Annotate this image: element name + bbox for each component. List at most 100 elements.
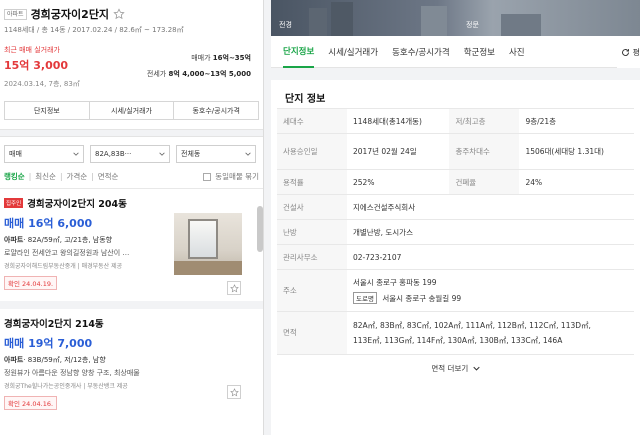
area-unit-label: 평	[632, 47, 640, 57]
info-key: 건폐율	[449, 169, 520, 195]
info-row: 사용승인일 2017년 02월 24일 총주차대수 1506대(세대당 1.31…	[277, 133, 634, 170]
right-tab-bar: 단지정보 시세/실거래가 동호수/공시가격 학군정보 사진 평	[271, 36, 640, 68]
listing-spec-detail: · 83B/59㎡, 저/12층, 남향	[23, 356, 106, 364]
info-key: 총주차대수	[449, 133, 520, 170]
area-list-line: 113E㎡, 113G㎡, 114F㎡, 130A㎡, 130B㎡, 133C㎡…	[353, 335, 563, 345]
info-value: 252%	[347, 169, 450, 195]
listing-desc: 정원뷰가 아름다운 정남향 양창 구조, 최상매물	[4, 369, 140, 377]
area-select[interactable]: 82A,83B···	[90, 145, 170, 163]
listing-agent: 경희궁The힐나가는공인중개사 | 부동산뱅크 제공	[4, 383, 128, 390]
info-value: 1148세대(총14개동)	[347, 108, 450, 134]
info-row: 건설사 지에스건설주식회사	[277, 194, 634, 220]
sort-divider: |	[91, 172, 94, 181]
sort-price[interactable]: 가격순	[66, 171, 87, 182]
info-key: 저/최고층	[449, 108, 520, 134]
listing-item[interactable]: 집주인 경희궁자이2단지 204동 매매 16억 6,000 아파트· 82A/…	[0, 188, 263, 301]
listing-title[interactable]: 경희궁자이2단지 214동	[4, 316, 104, 330]
sale-range-label: 매매가	[191, 54, 211, 62]
info-key: 난방	[277, 219, 347, 245]
jeonse-range-label: 전세가	[146, 70, 167, 78]
road-address-row: 도로명 서울시 종로구 송월길 99	[353, 292, 628, 304]
sort-ranking[interactable]: 랭킹순	[4, 171, 25, 182]
building-shape	[331, 2, 353, 36]
chevron-down-icon	[472, 366, 480, 371]
tab-unit-price[interactable]: 동호수/공시가격	[174, 102, 258, 119]
sale-range: 매매가 16억~35억	[191, 53, 251, 63]
photo-label-exterior: 전경	[279, 21, 292, 29]
info-value: 2017년 02월 24일	[347, 133, 450, 170]
favorite-button[interactable]	[227, 281, 241, 295]
listing-type: 아파트	[4, 236, 24, 244]
info-row: 주소 서울시 종로구 홍파동 199 도로명 서울시 종로구 송월길 99	[277, 269, 634, 312]
refresh-icon	[621, 48, 629, 56]
sort-area[interactable]: 면적순	[98, 171, 119, 182]
info-key: 주소	[277, 269, 347, 312]
favorite-button[interactable]	[227, 385, 241, 399]
info-key: 세대수	[277, 108, 347, 134]
trade-type-select[interactable]: 매매	[4, 145, 84, 163]
building-shape	[501, 14, 541, 36]
info-row: 세대수 1148세대(총14개동) 저/최고층 9층/21층	[277, 108, 634, 134]
info-key: 관리사무소	[277, 244, 347, 270]
info-value: 지에스건설주식회사	[347, 194, 634, 220]
listing-photo[interactable]	[174, 213, 242, 275]
recent-trade-price: 15억 3,000	[4, 59, 69, 72]
owner-badge: 집주인	[4, 198, 24, 208]
left-tab-buttons: 단지정보 시세/실거래가 동호수/공시가격	[4, 101, 259, 120]
info-value: 9층/21층	[519, 108, 634, 134]
building-shape	[421, 6, 447, 36]
same-listing-label: 동일매물 묶기	[215, 172, 259, 181]
complex-name: 경희궁자이2단지	[30, 8, 110, 21]
divider	[0, 129, 263, 137]
tab-market-price[interactable]: 시세/실거래가	[90, 102, 175, 119]
left-panel: 아파트 경희궁자이2단지 1148세대 / 총 14동 / 2017.02.24…	[0, 0, 264, 435]
tab-complex-info[interactable]: 단지정보	[283, 36, 315, 68]
sale-range-value: 16억~35억	[212, 54, 251, 62]
photo-strip[interactable]: 전경 정문	[271, 0, 640, 36]
road-name-badge: 도로명	[353, 292, 377, 304]
dong-value: 전체동	[181, 150, 201, 158]
building-shape	[309, 8, 327, 36]
sort-latest[interactable]: 최신순	[35, 171, 56, 182]
sort-divider: |	[28, 172, 32, 181]
chevron-down-icon	[159, 152, 165, 156]
same-listing-toggle[interactable]: 동일매물 묶기	[203, 171, 259, 182]
more-area-button[interactable]: 면적 더보기	[277, 353, 634, 376]
list-scrollbar[interactable]	[257, 206, 263, 252]
listing-item[interactable]: 경희궁자이2단지 214동 매매 19억 7,000 아파트· 83B/59㎡,…	[0, 301, 263, 410]
tab-photos[interactable]: 사진	[509, 36, 525, 68]
tab-complex-info[interactable]: 단지정보	[5, 102, 90, 119]
info-key: 사용승인일	[277, 133, 347, 170]
recent-trade-label: 최근 매매 실거래가	[4, 46, 60, 54]
jeonse-range-value: 8억 4,000~13억 5,000	[168, 70, 251, 78]
photo-window	[188, 219, 218, 259]
tab-school[interactable]: 학군정보	[464, 36, 495, 68]
right-panel: 전경 정문 단지정보 시세/실거래가 동호수/공시가격 학군정보 사진 평 단지…	[271, 0, 640, 435]
listing-title[interactable]: 경희궁자이2단지 204동	[27, 196, 127, 210]
chevron-down-icon	[245, 152, 251, 156]
jeonse-range: 전세가 8억 4,000~13억 5,000	[147, 69, 251, 79]
listing-type: 아파트	[4, 356, 24, 364]
info-value: 1506대(세대당 1.31대)	[519, 133, 634, 170]
recent-trade-date: 2024.03.14, 7층, 83㎡	[4, 80, 80, 88]
confirm-badge: 확인 24.04.16.	[4, 396, 58, 410]
listing-spec: 아파트· 83B/59㎡, 저/12층, 남향	[4, 355, 259, 365]
area-unit-toggle[interactable]: 평	[616, 36, 640, 68]
info-value: 02-723-2107	[347, 244, 634, 270]
info-row: 면적 82A㎡, 83B㎡, 83C㎡, 102A㎡, 111A㎡, 112B㎡…	[277, 311, 634, 354]
info-title: 단지 정보	[285, 94, 326, 105]
lot-address: 서울시 종로구 홍파동 199	[353, 278, 437, 287]
same-listing-checkbox[interactable]	[203, 172, 212, 181]
star-icon	[229, 387, 239, 396]
info-row: 난방 개별난방, 도시가스	[277, 219, 634, 245]
info-row: 용적률 252% 건폐율 24%	[277, 169, 634, 195]
sort-divider: |	[59, 172, 63, 181]
info-row: 관리사무소 02-723-2107	[277, 244, 634, 270]
tab-market-price[interactable]: 시세/실거래가	[328, 36, 378, 68]
info-key: 용적률	[277, 169, 347, 195]
star-icon[interactable]	[113, 8, 125, 20]
star-icon	[229, 283, 239, 292]
dong-select[interactable]: 전체동	[176, 145, 256, 163]
tab-unit-price[interactable]: 동호수/공시가격	[392, 36, 450, 68]
info-value: 24%	[519, 169, 634, 195]
